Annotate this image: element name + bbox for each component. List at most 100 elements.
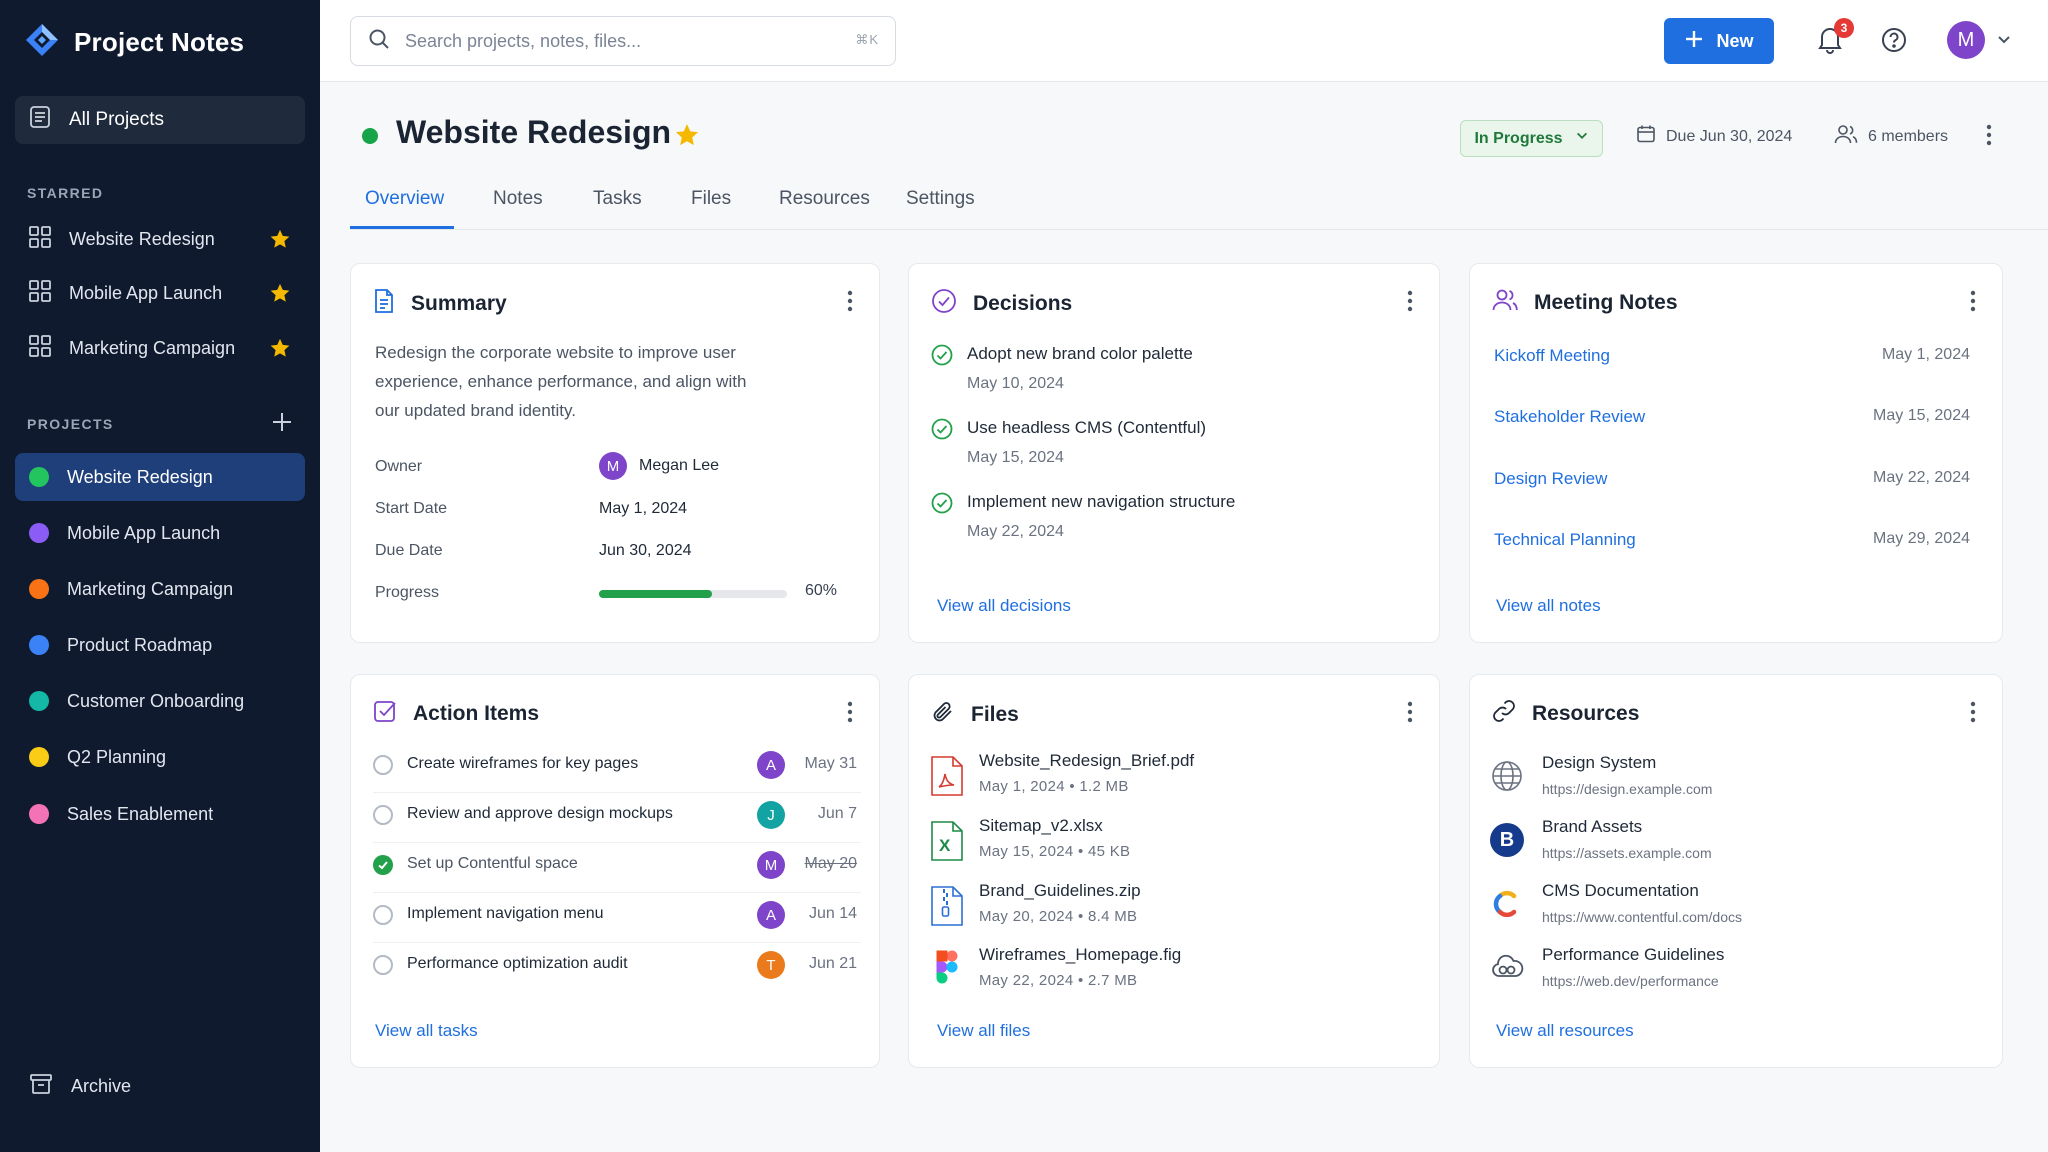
meeting-notes-card: Meeting Notes Kickoff Meeting May 1, 202… (1469, 263, 2003, 643)
sidebar-item-starred[interactable]: Website Redesign (15, 215, 305, 263)
task-text: Set up Contentful space (407, 855, 578, 872)
card-title: Files (971, 702, 1019, 726)
resource-url[interactable]: https://www.contentful.com/docs (1542, 909, 1742, 925)
owner-value: M Megan Lee (599, 452, 719, 480)
resource-item[interactable]: Design System https://design.example.com (1490, 753, 1970, 813)
resource-url[interactable]: https://assets.example.com (1542, 845, 1712, 861)
status-dropdown[interactable]: In Progress (1460, 120, 1603, 157)
task-checkbox-checked[interactable] (373, 855, 393, 875)
meeting-name[interactable]: Design Review (1494, 469, 1607, 489)
sidebar-item-project[interactable]: Customer Onboarding (15, 677, 305, 725)
resource-url[interactable]: https://design.example.com (1542, 781, 1712, 797)
decision-date: May 10, 2024 (967, 375, 1064, 392)
meeting-note-item[interactable]: Stakeholder Review May 15, 2024 (1494, 407, 1970, 437)
task-row[interactable]: Create wireframes for key pages A May 31 (373, 743, 861, 793)
star-icon[interactable] (269, 282, 291, 309)
star-icon[interactable] (269, 228, 291, 255)
resource-item[interactable]: CMS Documentation https://www.contentful… (1490, 881, 1970, 941)
tab-overview[interactable]: Overview (365, 188, 444, 210)
task-checkbox[interactable] (373, 755, 393, 775)
view-all-notes-link[interactable]: View all notes (1496, 596, 1601, 616)
project-status-dot (362, 128, 378, 144)
task-text: Performance optimization audit (407, 955, 628, 972)
meeting-note-item[interactable]: Design Review May 22, 2024 (1494, 469, 1970, 499)
app-title: Project Notes (74, 26, 245, 57)
sidebar-item-project[interactable]: Marketing Campaign (15, 565, 305, 613)
sidebar-item-all-projects[interactable]: All Projects (15, 96, 305, 144)
star-icon[interactable] (674, 122, 700, 153)
sidebar-item-starred[interactable]: Marketing Campaign (15, 324, 305, 372)
check-circle-icon (931, 344, 953, 371)
star-icon[interactable] (269, 337, 291, 364)
decision-text: Use headless CMS (Contentful) (967, 418, 1207, 437)
more-options-icon[interactable] (847, 701, 853, 728)
cloud-icon (1490, 951, 1524, 985)
search-input[interactable] (405, 30, 825, 52)
more-options-icon[interactable] (1986, 124, 1992, 151)
sidebar-item-project[interactable]: Q2 Planning (15, 733, 305, 781)
view-all-tasks-link[interactable]: View all tasks (375, 1021, 478, 1041)
decision-text: Adopt new brand color palette (967, 344, 1193, 363)
add-project-icon[interactable] (270, 410, 294, 434)
summary-description: Redesign the corporate website to improv… (375, 343, 747, 420)
file-item[interactable]: Brand_Guidelines.zip May 20, 2024 • 8.4 … (929, 881, 1413, 945)
tab-resources[interactable]: Resources (779, 188, 870, 210)
new-button[interactable]: New (1664, 18, 1774, 64)
task-checkbox[interactable] (373, 905, 393, 925)
logo-icon (24, 22, 60, 63)
tab-files[interactable]: Files (691, 188, 731, 210)
help-icon[interactable] (1880, 26, 1910, 56)
paperclip-icon (931, 699, 955, 730)
chevron-down-icon[interactable] (1996, 32, 2012, 53)
task-row[interactable]: Set up Contentful space M May 20 (373, 843, 861, 893)
meeting-date: May 1, 2024 (1881, 346, 1970, 363)
card-header: Decisions (931, 288, 1072, 319)
view-all-files-link[interactable]: View all files (937, 1021, 1030, 1041)
meeting-date: May 15, 2024 (1873, 407, 1970, 424)
avatar: M (599, 452, 627, 480)
resource-item[interactable]: Performance Guidelines https://web.dev/p… (1490, 945, 1970, 1005)
task-row[interactable]: Implement navigation menu A Jun 14 (373, 893, 861, 943)
active-tab-indicator (350, 226, 454, 229)
more-options-icon[interactable] (1407, 701, 1413, 728)
start-date-value: May 1, 2024 (599, 500, 688, 517)
search-box[interactable]: ⌘K (350, 16, 896, 66)
page-title: Website Redesign (396, 114, 672, 150)
tab-tasks[interactable]: Tasks (593, 188, 642, 210)
file-item[interactable]: Website_Redesign_Brief.pdf May 1, 2024 •… (929, 751, 1413, 815)
task-due-date: May 20 (804, 855, 857, 872)
more-options-icon[interactable] (847, 290, 853, 317)
more-options-icon[interactable] (1970, 701, 1976, 728)
meeting-note-item[interactable]: Technical Planning May 29, 2024 (1494, 530, 1970, 560)
more-options-icon[interactable] (1970, 290, 1976, 317)
sidebar-item-archive[interactable]: Archive (15, 1062, 305, 1110)
task-checkbox[interactable] (373, 955, 393, 975)
meeting-note-item[interactable]: Kickoff Meeting May 1, 2024 (1494, 346, 1970, 376)
sidebar-item-project[interactable]: Mobile App Launch (15, 509, 305, 557)
resource-name: Design System (1542, 753, 1657, 772)
task-row[interactable]: Review and approve design mockups J Jun … (373, 793, 861, 843)
file-item[interactable]: X Sitemap_v2.xlsx May 15, 2024 • 45 KB (929, 816, 1413, 880)
due-date[interactable]: Due Jun 30, 2024 (1636, 124, 1792, 149)
brand[interactable]: Project Notes (24, 22, 244, 62)
sidebar-item-starred[interactable]: Mobile App Launch (15, 269, 305, 317)
meeting-name[interactable]: Stakeholder Review (1494, 407, 1645, 427)
resource-url[interactable]: https://web.dev/performance (1542, 973, 1719, 989)
members[interactable]: 6 members (1834, 124, 1948, 149)
sidebar-item-project[interactable]: Product Roadmap (15, 621, 305, 669)
meeting-name[interactable]: Kickoff Meeting (1494, 346, 1610, 366)
file-item[interactable]: Wireframes_Homepage.fig May 22, 2024 • 2… (929, 945, 1413, 1009)
tab-notes[interactable]: Notes (493, 188, 543, 210)
meeting-name[interactable]: Technical Planning (1494, 530, 1636, 550)
tab-settings[interactable]: Settings (906, 188, 975, 210)
view-all-resources-link[interactable]: View all resources (1496, 1021, 1634, 1041)
view-all-decisions-link[interactable]: View all decisions (937, 596, 1071, 616)
project-color-dot (29, 467, 49, 487)
task-row[interactable]: Performance optimization audit T Jun 21 (373, 943, 861, 993)
resource-item[interactable]: B Brand Assets https://assets.example.co… (1490, 817, 1970, 877)
task-checkbox[interactable] (373, 805, 393, 825)
more-options-icon[interactable] (1407, 290, 1413, 317)
sidebar-item-project[interactable]: Website Redesign (15, 453, 305, 501)
sidebar-item-project[interactable]: Sales Enablement (15, 790, 305, 838)
user-avatar[interactable]: M (1947, 21, 1985, 59)
